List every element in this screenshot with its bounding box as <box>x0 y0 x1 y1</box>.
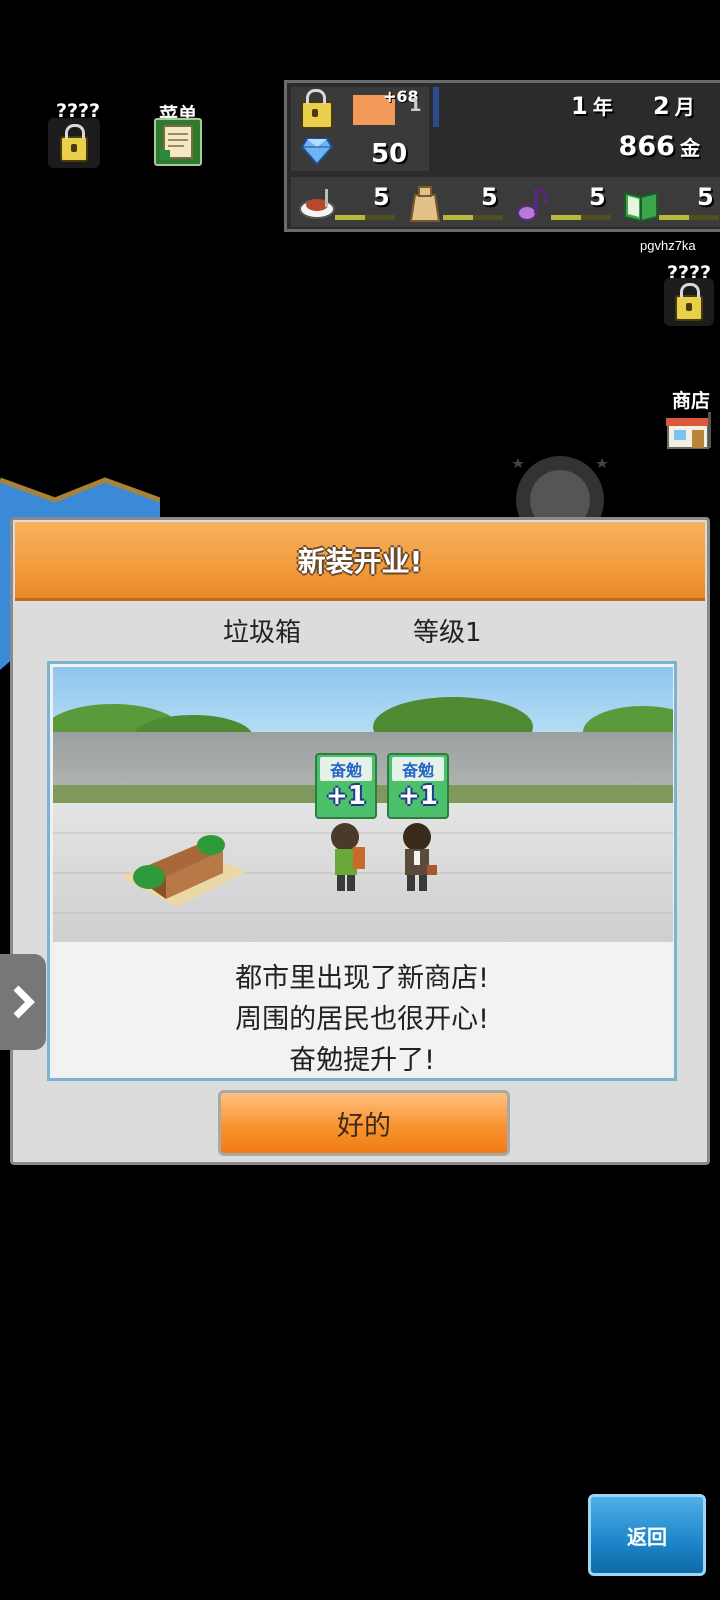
effect-badge: 奋勉 +1 <box>315 753 377 819</box>
bag-icon <box>409 186 441 222</box>
expand-side-panel-button[interactable] <box>0 954 46 1050</box>
stat-value: 5 <box>373 183 390 211</box>
date-display: 1 年 2 月 <box>571 91 695 120</box>
message-box: 都市里出现了新商店! 周围的居民也很开心! 奋勉提升了! <box>53 942 671 1076</box>
status-panel: +68 1 50 1 年 2 月 866 金 5 5 5 5 <box>284 80 720 232</box>
right-locked-button[interactable] <box>664 278 714 326</box>
trash-bin-building <box>121 835 246 907</box>
username: pgvhz7ka <box>640 238 696 253</box>
money-display: 866 金 <box>619 131 700 162</box>
month-value: 2 <box>652 92 670 120</box>
message-line: 周围的居民也很开心! <box>235 1004 489 1035</box>
stat-bag: 5 <box>399 177 507 227</box>
year-unit: 年 <box>592 95 613 119</box>
stat-fill <box>443 215 473 220</box>
money-unit: 金 <box>680 136 700 160</box>
money-value: 866 <box>618 131 675 162</box>
effect-badge: 奋勉 +1 <box>387 753 449 819</box>
scene-illustration: 奋勉 +1 奋勉 +1 <box>53 667 673 942</box>
facility-info: 垃圾箱 等级1 <box>13 612 707 652</box>
resource-box: +68 1 50 <box>291 87 429 171</box>
stat-study: 5 <box>615 177 720 227</box>
music-note-icon <box>517 187 548 221</box>
stat-music: 5 <box>507 177 615 227</box>
locked-feature-button[interactable] <box>48 118 100 168</box>
stat-value: 5 <box>697 183 714 211</box>
badge-label: 奋勉 <box>392 757 444 781</box>
shop-button[interactable] <box>664 410 714 452</box>
ok-button-label: 好的 <box>337 1110 391 1142</box>
lock-icon <box>675 283 703 321</box>
diamond-icon <box>301 138 333 165</box>
month-unit: 月 <box>674 95 695 119</box>
scroll-icon <box>160 125 193 160</box>
year-value: 1 <box>571 92 588 120</box>
resident-character <box>403 823 437 891</box>
shop-label: 商店 <box>671 390 710 412</box>
badge-label: 奋勉 <box>320 757 372 781</box>
return-button[interactable]: 返回 <box>588 1494 706 1576</box>
message-line: 都市里出现了新商店! <box>235 963 489 994</box>
badge-value: +1 <box>326 781 366 811</box>
new-shop-dialog: 新装开业! 垃圾箱 等级1 奋勉 +1 奋勉 +1 都市里出现了新商店! 周围的… <box>10 517 710 1165</box>
scene-frame: 奋勉 +1 奋勉 +1 都市里出现了新商店! 周围的居民也很开心! 奋勉提升了! <box>47 661 677 1081</box>
message-line: 奋勉提升了! <box>289 1045 435 1076</box>
return-button-label: 返回 <box>627 1524 667 1549</box>
chevron-right-icon <box>13 985 35 1019</box>
stat-value: 5 <box>589 183 606 211</box>
ok-button[interactable]: 好的 <box>218 1090 510 1156</box>
gem-count: 50 <box>371 139 408 169</box>
stat-food: 5 <box>291 177 399 227</box>
dialog-header: 新装开业! <box>15 522 705 601</box>
shop-icon <box>666 412 711 449</box>
stat-value: 5 <box>481 183 498 211</box>
stats-row: 5 5 5 5 <box>291 177 720 227</box>
stat-fill <box>335 215 365 220</box>
facility-level: 等级1 <box>413 618 482 648</box>
menu-button[interactable] <box>154 118 202 166</box>
badge-value: +1 <box>398 781 438 811</box>
scroll-marker <box>433 87 439 127</box>
food-icon <box>299 189 335 219</box>
lock-icon <box>301 89 333 129</box>
lock-icon <box>60 124 88 162</box>
stat-fill <box>551 215 581 220</box>
level-value: 1 <box>409 95 422 116</box>
book-icon <box>624 191 658 223</box>
stat-fill <box>659 215 689 220</box>
resident-character <box>331 823 365 891</box>
facility-name: 垃圾箱 <box>223 618 302 648</box>
dialog-title: 新装开业! <box>297 545 423 578</box>
